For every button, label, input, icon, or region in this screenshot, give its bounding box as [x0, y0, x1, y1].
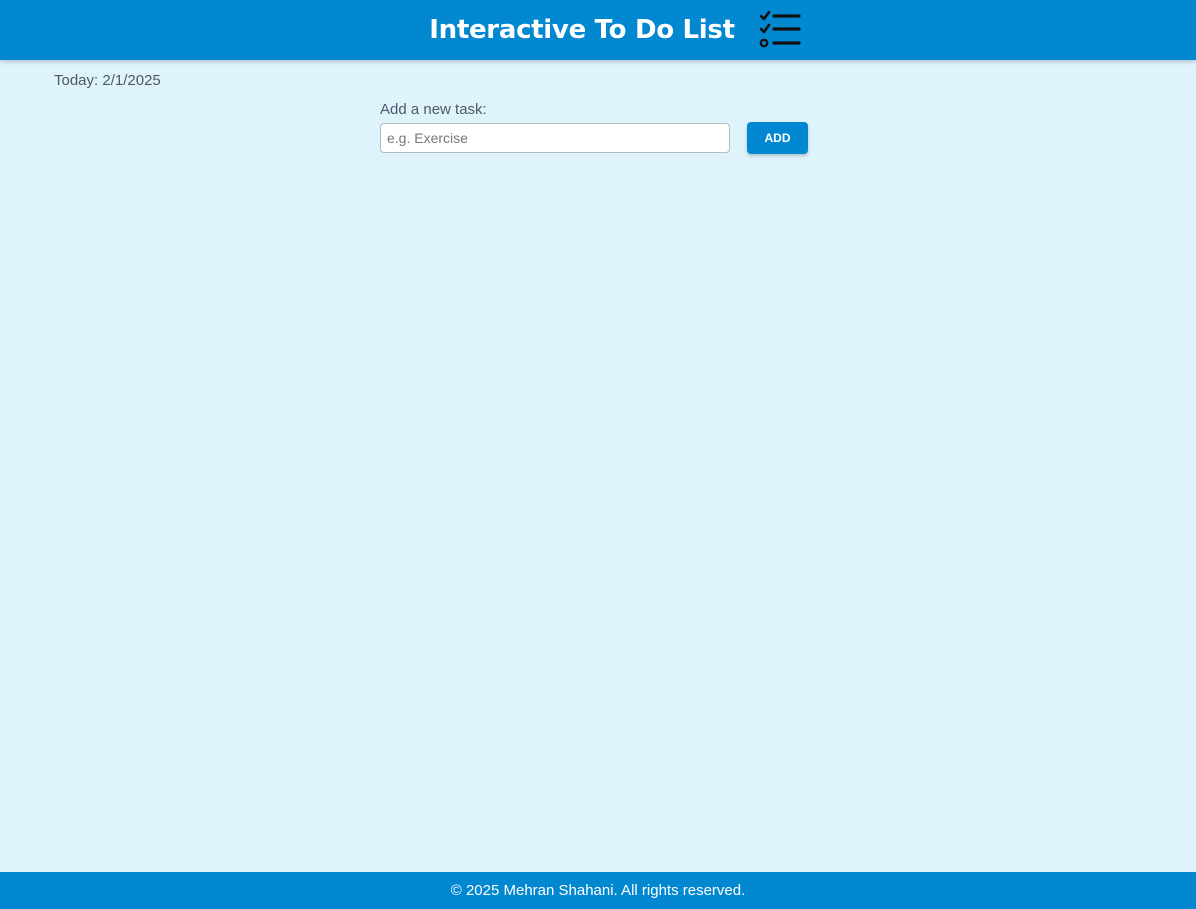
- app-header: Interactive To Do List: [0, 0, 1196, 60]
- footer-text: © 2025 Mehran Shahani. All rights reserv…: [450, 882, 746, 899]
- add-task-form: Add a new task: ADD: [380, 101, 808, 154]
- page-title: Interactive To Do List: [429, 15, 735, 45]
- today-date: Today: 2/1/2025: [54, 72, 161, 89]
- page-footer: © 2025 Mehran Shahani. All rights reserv…: [0, 872, 1196, 909]
- add-task-label: Add a new task:: [380, 101, 487, 118]
- task-input[interactable]: [380, 123, 730, 153]
- checklist-icon: [759, 10, 801, 49]
- add-task-row: ADD: [380, 122, 808, 154]
- add-button[interactable]: ADD: [747, 122, 808, 154]
